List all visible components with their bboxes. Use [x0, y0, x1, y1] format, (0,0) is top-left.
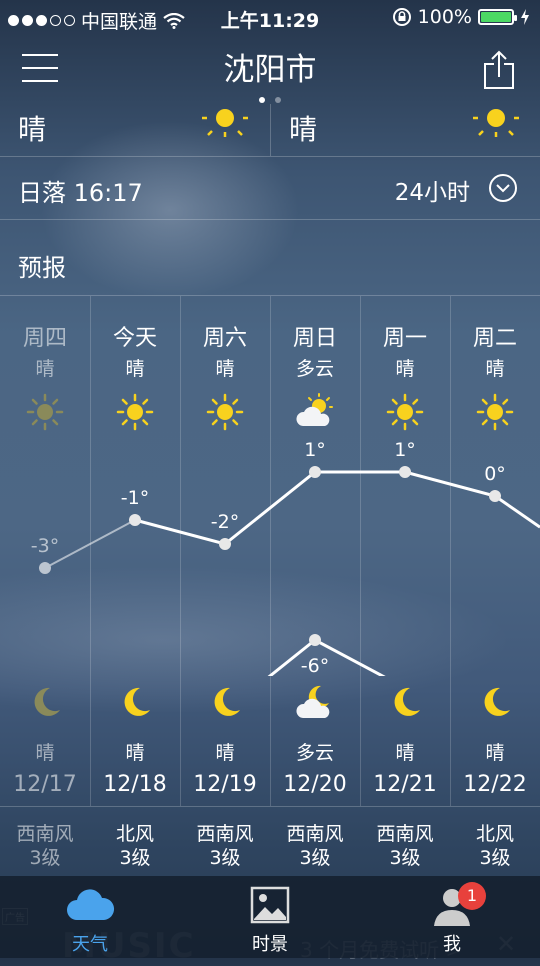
wind-direction: 北风 — [475, 823, 514, 845]
wind-info: 北风 3级 — [90, 822, 180, 870]
condition-row: 晴 晴 — [0, 104, 540, 157]
wind-direction: 北风 — [115, 823, 154, 845]
moon-icon — [115, 682, 155, 726]
tab-me[interactable]: 1 我 — [392, 876, 512, 958]
condition-text: 晴 — [289, 113, 318, 146]
rotation-lock-icon — [392, 8, 411, 26]
cloud-icon — [67, 889, 115, 920]
night-condition: 晴 — [215, 742, 235, 764]
wind-level: 3级 — [29, 847, 61, 869]
tab-scenes[interactable]: 时景 — [210, 876, 330, 958]
wind-level: 3级 — [119, 847, 151, 869]
temperature-chart: -3°-1°-2°1°1°0°-15°-15°-9°-6°-8°-8° — [31, 439, 540, 676]
sun-icon — [202, 109, 248, 137]
photo-icon — [250, 886, 290, 924]
sunset-label: 日落 16:17 — [18, 173, 143, 208]
tab-weather[interactable]: 天气 — [30, 876, 150, 958]
high-temp-label: -2° — [211, 511, 239, 533]
city-title[interactable]: 沈阳市 — [0, 44, 540, 89]
high-temp-label: 0° — [484, 463, 506, 485]
wind-info: 西南风 3级 — [270, 822, 360, 870]
battery-percent: 100% — [417, 6, 472, 28]
sunset-label-text: 日落 — [18, 179, 66, 207]
battery-icon — [478, 9, 517, 25]
chevron-down-icon[interactable] — [488, 173, 518, 203]
divider — [0, 806, 540, 807]
forecast-date: 12/18 — [103, 772, 167, 797]
moon-icon — [475, 682, 515, 726]
sun-icon — [473, 109, 519, 137]
night-condition: 晴 — [485, 742, 505, 764]
wind-direction: 西南风 — [196, 823, 254, 845]
wind-info: 西南风 3级 — [0, 822, 90, 870]
high-temp-point — [219, 538, 231, 550]
low-temp-line — [267, 638, 386, 676]
moon-icon — [385, 682, 425, 726]
condition-cell-right: 晴 — [270, 104, 540, 156]
wind-level: 3级 — [299, 847, 331, 869]
night-condition: 晴 — [125, 742, 145, 764]
moon-icon — [25, 682, 65, 726]
forecast-title: 预报 — [18, 254, 66, 282]
high-temp-point — [399, 466, 411, 478]
forecast-date: 12/17 — [13, 772, 77, 797]
cloudy-night-icon — [295, 682, 335, 726]
high-temp-label: 1° — [304, 439, 326, 461]
wind-info: 西南风 3级 — [360, 822, 450, 870]
tab-scenes-label: 时景 — [252, 934, 288, 955]
hours-toggle-label[interactable]: 24小时 — [395, 173, 470, 207]
high-temp-label: -1° — [121, 487, 149, 509]
condition-cell-left: 晴 — [0, 104, 270, 156]
nav-bar: 沈阳市 — [0, 38, 540, 108]
sunset-row: 日落 16:17 24小时 — [0, 157, 540, 220]
notification-badge: 1 — [458, 882, 486, 910]
forecast-date: 12/22 — [463, 772, 527, 797]
wind-level: 3级 — [389, 847, 421, 869]
sunset-time: 16:17 — [73, 179, 143, 207]
high-temp-label: 1° — [394, 439, 416, 461]
condition-text: 晴 — [18, 113, 47, 146]
high-temp-point — [309, 466, 321, 478]
wind-level: 3级 — [209, 847, 241, 869]
night-condition: 晴 — [395, 742, 415, 764]
forecast-date: 12/20 — [283, 772, 347, 797]
wind-level: 3级 — [479, 847, 511, 869]
high-temp-point — [129, 514, 141, 526]
low-temp-point — [309, 634, 321, 646]
wind-info: 北风 3级 — [450, 822, 540, 870]
charging-icon — [521, 9, 529, 25]
high-temp-line — [134, 470, 540, 546]
night-condition: 多云 — [295, 742, 334, 764]
forecast-date: 12/19 — [193, 772, 257, 797]
wind-info: 西南风 3级 — [180, 822, 270, 870]
tab-bar: 天气 时景 1 我 — [0, 876, 540, 958]
tab-me-label: 我 — [443, 934, 461, 955]
wind-direction: 西南风 — [286, 823, 344, 845]
night-condition: 晴 — [35, 742, 55, 764]
share-icon[interactable] — [482, 50, 516, 90]
high-temp-point — [489, 490, 501, 502]
high-temp-label: -3° — [31, 535, 59, 557]
high-temp-point — [39, 562, 51, 574]
tab-weather-label: 天气 — [72, 934, 108, 955]
moon-icon — [205, 682, 245, 726]
low-temp-label: -6° — [301, 655, 329, 676]
forecast-date: 12/21 — [373, 772, 437, 797]
status-bar: 中国联通 上午11:29 100% — [0, 0, 540, 38]
wind-direction: 西南风 — [376, 823, 434, 845]
wind-direction: 西南风 — [16, 823, 74, 845]
